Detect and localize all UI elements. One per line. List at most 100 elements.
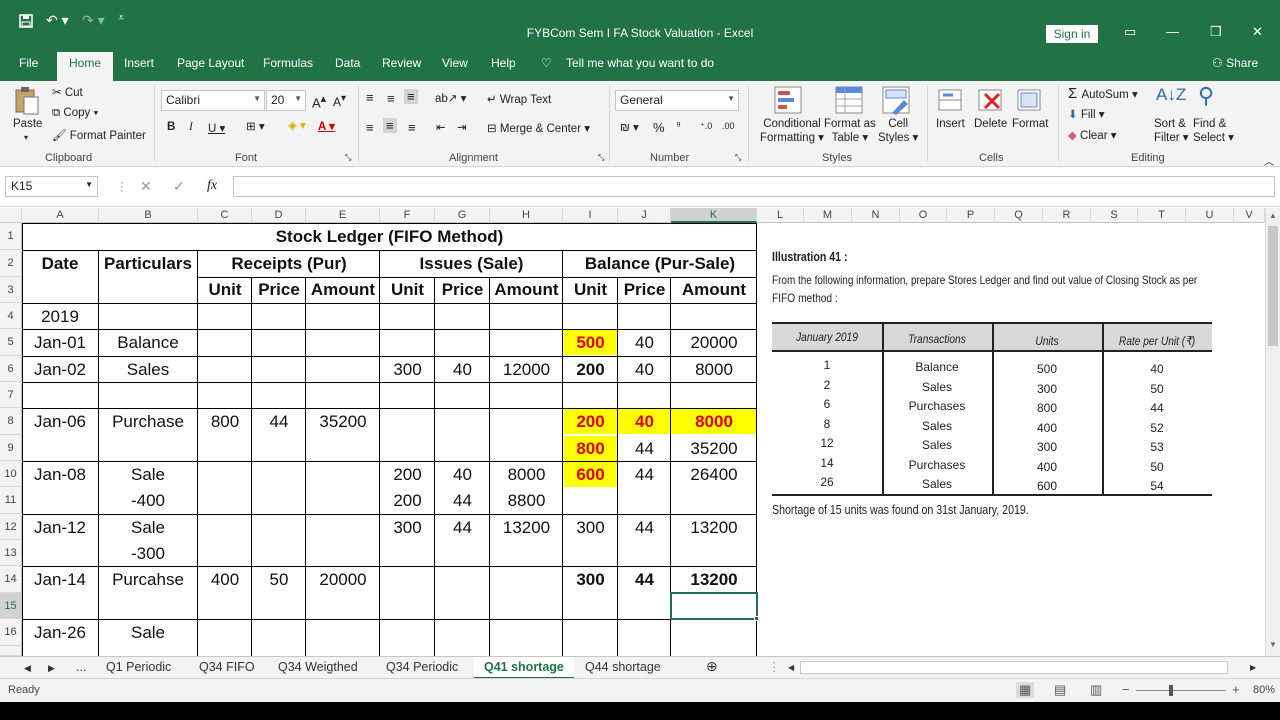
illustration-image[interactable]: Illustration 41 : From the following inf… (766, 240, 1222, 530)
cell-a16[interactable]: Jan-26 (22, 623, 98, 643)
row-header-14[interactable]: 14 (0, 566, 22, 593)
paste-dropdown-icon[interactable]: ▾ (24, 133, 28, 142)
cell-g6[interactable]: 40 (435, 360, 490, 380)
col-header-c[interactable]: C (198, 208, 252, 223)
ribbon-display-options-icon[interactable]: ▭ (1124, 24, 1136, 40)
cell-i6[interactable]: 200 (563, 360, 618, 380)
cell-styles-button[interactable]: Cell Styles ▾ (878, 118, 918, 144)
cell-d8[interactable]: 44 (252, 412, 306, 432)
tab-file[interactable]: File (19, 56, 38, 70)
cell-k8[interactable]: 8000 (671, 412, 757, 432)
fill-button[interactable]: ⬇ Fill ▾ (1068, 107, 1105, 121)
cell-b10[interactable]: Sale (98, 465, 198, 485)
increase-font-icon[interactable]: A▴ (312, 92, 326, 110)
col-header-b[interactable]: B (99, 208, 198, 223)
cell-b8[interactable]: Purchase (98, 412, 198, 432)
cell-i8[interactable]: 200 (563, 412, 618, 432)
row-header-1[interactable]: 1 (0, 223, 22, 250)
col-header-p[interactable]: P (947, 208, 995, 223)
cell-j14[interactable]: 44 (618, 570, 671, 590)
cell-k5[interactable]: 20000 (671, 333, 757, 353)
customize-quick-access-icon[interactable]: ⩡ (118, 12, 124, 25)
tab-view[interactable]: View (442, 56, 468, 70)
select-all-corner[interactable] (0, 208, 22, 223)
col-header-i[interactable]: I (563, 208, 618, 223)
format-as-table-button[interactable]: Format as Table ▾ (824, 118, 876, 144)
cell-b6[interactable]: Sales (98, 360, 198, 380)
row-header-15[interactable]: 15 (0, 593, 22, 619)
tab-insert[interactable]: Insert (124, 56, 154, 70)
cell-f6[interactable]: 300 (380, 360, 435, 380)
decrease-font-icon[interactable]: A▾ (333, 93, 346, 109)
cell-g11[interactable]: 44 (435, 491, 490, 511)
zoom-in-icon[interactable]: + (1232, 682, 1240, 697)
formula-input[interactable] (233, 176, 1275, 197)
zoom-slider-thumb[interactable] (1169, 685, 1173, 696)
cell-j9[interactable]: 44 (618, 439, 671, 459)
top-align-icon[interactable]: ≡ (366, 90, 374, 105)
cell-j8[interactable]: 40 (618, 412, 671, 432)
col-header-a[interactable]: A (22, 208, 99, 223)
format-painter-button[interactable]: 🖌 Format Painter (52, 128, 146, 142)
align-center-icon[interactable]: ≡ (383, 118, 397, 133)
font-name-combo[interactable]: Calibri ▼ (161, 90, 265, 111)
cell-i12[interactable]: 300 (563, 518, 618, 538)
cell-j10[interactable]: 44 (618, 465, 671, 485)
cell-h6[interactable]: 12000 (490, 360, 563, 380)
scroll-right-icon[interactable]: ▶ (1250, 663, 1256, 672)
autosum-button[interactable]: Σ AutoSum ▾ (1068, 85, 1138, 102)
cell-a5[interactable]: Jan-01 (22, 333, 98, 353)
format-cells-button[interactable]: Format (1012, 118, 1048, 130)
col-header-n[interactable]: N (852, 208, 900, 223)
cell-b16[interactable]: Sale (98, 623, 198, 643)
fill-color-icon[interactable]: ◈ ▾ (288, 118, 306, 132)
sheet-tab-q34-weighted[interactable]: Q34 Weigthed (278, 660, 358, 674)
cell-f12[interactable]: 300 (380, 518, 435, 538)
sheet-tab-q1-periodic[interactable]: Q1 Periodic (106, 660, 171, 674)
sort-filter-button[interactable]: Sort & Filter ▾ (1154, 118, 1189, 144)
sheet-tab-q41-shortage[interactable]: Q41 shortage (474, 657, 574, 679)
col-header-q[interactable]: Q (995, 208, 1043, 223)
tab-page-layout[interactable]: Page Layout (177, 56, 244, 70)
sheet-tab-q34-fifo[interactable]: Q34 FIFO (199, 660, 255, 674)
tab-review[interactable]: Review (382, 56, 421, 70)
row-header-5[interactable]: 5 (0, 329, 22, 356)
cell-i14[interactable]: 300 (563, 570, 618, 590)
row-header-6[interactable]: 6 (0, 356, 22, 382)
zoom-slider-track[interactable] (1136, 690, 1226, 691)
scroll-left-icon[interactable]: ◀ (788, 663, 794, 672)
copy-button[interactable]: ⧉ Copy ▾ (52, 107, 98, 120)
col-header-t[interactable]: T (1138, 208, 1186, 223)
row-header-10[interactable]: 10 (0, 461, 22, 487)
row-header-13[interactable]: 13 (0, 540, 22, 566)
sign-in-button[interactable]: Sign in (1046, 25, 1098, 43)
col-header-k[interactable]: K (671, 208, 757, 223)
alignment-dialog-launcher-icon[interactable]: ⤡ (598, 153, 604, 163)
cell-h11[interactable]: 8800 (490, 491, 563, 511)
scrollbar-thumb[interactable] (1268, 226, 1278, 346)
paste-icon[interactable] (14, 86, 40, 119)
tab-home[interactable]: Home (57, 52, 114, 81)
bottom-align-icon[interactable]: ≡ (404, 89, 418, 104)
cell-k6[interactable]: 8000 (671, 360, 757, 380)
borders-icon[interactable]: ⊞ ▾ (246, 119, 265, 133)
enter-icon[interactable]: ✓ (173, 178, 185, 195)
cell-b12[interactable]: Sale (98, 518, 198, 538)
cell-b13[interactable]: -300 (98, 544, 198, 564)
italic-button[interactable]: I (189, 121, 193, 133)
paste-button[interactable]: Paste (13, 118, 42, 130)
col-header-r[interactable]: R (1043, 208, 1091, 223)
col-header-l[interactable]: L (757, 208, 804, 223)
number-format-combo[interactable]: General ▼ (615, 90, 739, 111)
row-header-7[interactable]: 7 (0, 382, 22, 408)
fill-handle[interactable] (754, 616, 759, 621)
cell-i5[interactable]: 500 (563, 333, 618, 353)
vertical-scrollbar[interactable]: ▲ ▼ (1265, 208, 1280, 656)
page-layout-view-icon[interactable]: ▤ (1054, 682, 1066, 698)
cell-b14[interactable]: Purcahse (98, 570, 198, 590)
comma-icon[interactable]: ⁹ (676, 120, 681, 132)
increase-indent-icon[interactable]: ⇥ (457, 120, 467, 134)
cell-a10[interactable]: Jan-08 (22, 465, 98, 485)
close-icon[interactable]: ✕ (1252, 24, 1263, 40)
col-header-o[interactable]: O (900, 208, 947, 223)
